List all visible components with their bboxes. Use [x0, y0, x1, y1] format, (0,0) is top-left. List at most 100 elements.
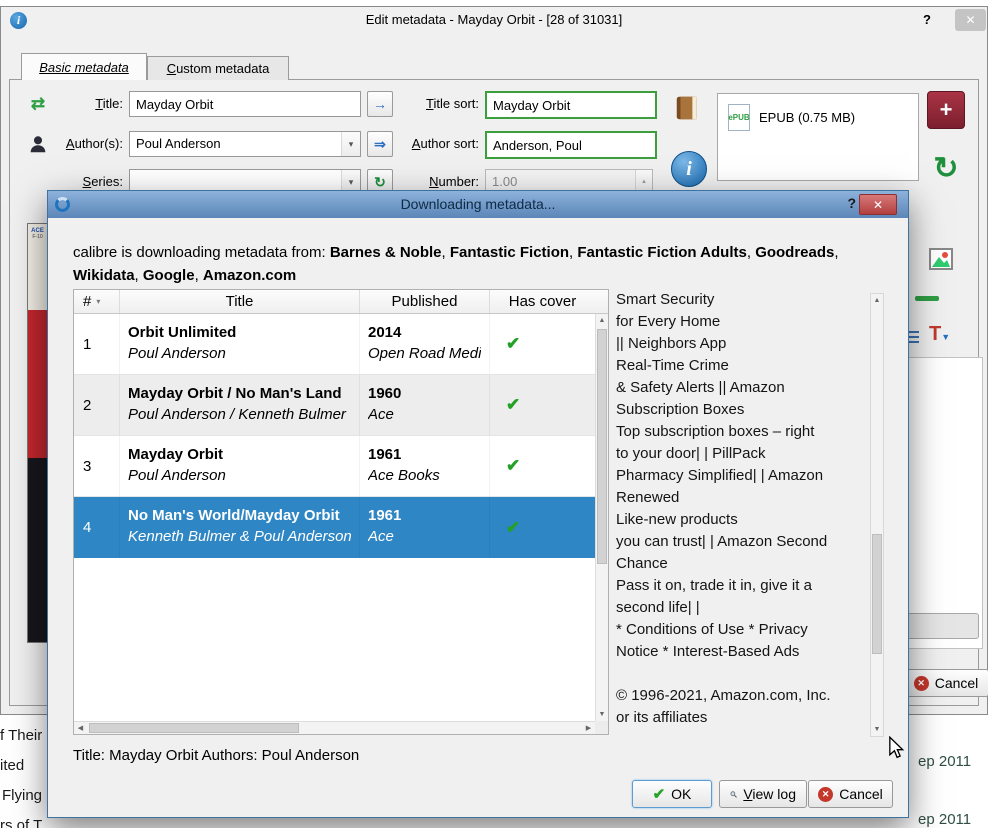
result-title: No Man's World/Mayday Orbit [128, 507, 340, 524]
result-publisher: Ace [368, 528, 394, 545]
edit-dialog-title: Edit metadata - Mayday Orbit - [28 of 31… [365, 12, 623, 27]
ok-button[interactable]: ✔ OK [632, 780, 712, 808]
auto-title-sort-button[interactable]: → [367, 91, 393, 117]
tab-basic-metadata[interactable]: Basic metadata [21, 53, 147, 80]
result-year: 2014 [368, 324, 402, 341]
view-log-button[interactable]: View log [719, 780, 807, 808]
preview-line: Like-new products [616, 511, 738, 528]
preview-line: || Neighbors App [616, 335, 727, 352]
results-table-header[interactable]: # ▾ Title Published Has cover [74, 290, 608, 314]
column-header-published[interactable]: Published [360, 290, 490, 313]
text-cover-icon[interactable]: T▼ [929, 323, 950, 346]
author-sort-input[interactable] [485, 131, 657, 159]
close-button[interactable]: ✕ [955, 9, 986, 31]
metadata-info-button[interactable]: i [667, 147, 711, 191]
sort-indicator-icon: ▾ [96, 297, 101, 306]
chevron-down-icon[interactable]: ▾ [341, 132, 360, 156]
authors-label: Author(s): [65, 136, 123, 151]
ok-label: OK [671, 786, 692, 802]
date-fragment: ep 2011 [918, 753, 972, 770]
cancel-x-icon: ✕ [818, 786, 834, 802]
scrollbar-corner [595, 721, 608, 734]
open-book-button[interactable] [665, 87, 711, 129]
result-year: 1960 [368, 385, 402, 402]
table-horizontal-scrollbar[interactable]: ◀ ▶ [74, 721, 595, 734]
result-title: Orbit Unlimited [128, 324, 237, 341]
comments-panel-fragment [905, 357, 983, 649]
has-cover-check-icon: ✔ [506, 456, 521, 475]
authors-value: Poul Anderson [136, 136, 221, 151]
preview-vertical-scrollbar[interactable]: ▲ ▼ [870, 293, 884, 737]
recycle-icon: ↻ [374, 173, 386, 190]
result-row[interactable]: 3 Mayday Orbit Poul Anderson 1961 Ace Book… [74, 436, 595, 497]
book-list-fragment: f Their [0, 727, 43, 744]
result-year: 1961 [368, 507, 402, 524]
result-authors: Poul Anderson / Kenneth Bulmer [128, 406, 346, 423]
preview-line: * Conditions of Use * Privacy [616, 621, 808, 638]
results-table: # ▾ Title Published Has cover 1 Orbit Unl… [73, 289, 609, 735]
tab-custom-metadata[interactable]: Custom metadata [147, 56, 289, 80]
scroll-thumb[interactable] [89, 723, 299, 733]
scroll-down-icon[interactable]: ▼ [596, 708, 608, 721]
title-label: Title: [95, 96, 123, 111]
help-button[interactable]: ? [923, 12, 931, 27]
result-row-selected[interactable]: 4 No Man's World/Mayday Orbit Kenneth Bul… [74, 497, 595, 558]
double-arrow-icon: ⇒ [374, 135, 386, 152]
column-header-num[interactable]: # ▾ [74, 290, 120, 313]
scroll-right-icon[interactable]: ▶ [582, 722, 595, 734]
epub-format-icon: ePUB [728, 104, 750, 131]
auto-author-sort-button[interactable]: ⇒ [367, 131, 393, 157]
green-minus-icon[interactable] [915, 296, 939, 301]
formats-list[interactable]: ePUB EPUB (0.75 MB) [717, 93, 919, 181]
scroll-left-icon[interactable]: ◀ [74, 722, 87, 734]
background-button-fragment[interactable] [907, 613, 979, 639]
title-input[interactable] [129, 91, 361, 117]
generate-cover-icon[interactable] [929, 247, 953, 271]
plus-icon: + [939, 97, 953, 122]
book-list-fragment: ited [0, 757, 25, 774]
preview-line: second life| | [616, 599, 700, 616]
title-sort-input[interactable] [485, 91, 657, 119]
result-row[interactable]: 1 Orbit Unlimited Poul Anderson 2014 Open … [74, 314, 595, 375]
edit-dialog-cancel-button[interactable]: ✕ Cancel [903, 669, 988, 697]
result-row[interactable]: 2 Mayday Orbit / No Man's Land Poul Ander… [74, 375, 595, 436]
column-header-title[interactable]: Title [120, 290, 360, 313]
result-authors: Kenneth Bulmer & Poul Anderson [128, 528, 351, 545]
scroll-thumb[interactable] [597, 329, 607, 564]
scroll-up-icon[interactable]: ▲ [871, 294, 883, 307]
preview-line [616, 665, 868, 687]
downloading-metadata-dialog: Downloading metadata... ? ✕ calibre is d… [47, 190, 909, 818]
preview-line: for Every Home [616, 313, 721, 330]
preview-line: you can trust| | Amazon Second [616, 533, 828, 550]
preview-line: Renewed [616, 489, 680, 506]
column-header-has-cover[interactable]: Has cover [490, 290, 595, 313]
source-name: Google [142, 267, 195, 284]
scroll-thumb[interactable] [872, 534, 882, 654]
preview-line: Subscription Boxes [616, 401, 745, 418]
has-cover-check-icon: ✔ [506, 395, 521, 414]
preview-line: Pass it on, trade it in, give it a [616, 577, 812, 594]
modal-title: Downloading metadata... [400, 196, 556, 212]
modal-titlebar[interactable]: Downloading metadata... ? ✕ [48, 191, 908, 218]
scroll-up-icon[interactable]: ▲ [596, 314, 608, 327]
row-number: 3 [74, 436, 120, 496]
cancel-button[interactable]: ✕ Cancel [808, 780, 893, 808]
preview-line: Top subscription boxes – right [616, 423, 815, 440]
has-cover-check-icon: ✔ [506, 517, 521, 537]
help-button[interactable]: ? [847, 195, 856, 211]
restore-formats-button[interactable]: ↻ [927, 149, 965, 187]
source-name: Fantastic Fiction Adults [577, 244, 747, 261]
preview-line: Real-Time Crime [616, 357, 729, 374]
scroll-down-icon[interactable]: ▼ [871, 723, 883, 736]
down-arrow-icon: ▼ [941, 332, 951, 342]
edit-dialog-titlebar[interactable]: i Edit metadata - Mayday Orbit - [28 of … [1, 7, 987, 33]
result-publisher: Open Road Media [368, 345, 481, 362]
authors-combo[interactable]: Poul Anderson ▾ [129, 131, 361, 157]
format-entry[interactable]: ePUB EPUB (0.75 MB) [728, 104, 855, 131]
cancel-label: Cancel [934, 675, 979, 691]
swap-title-author-icon[interactable]: ⇄ [25, 91, 51, 117]
add-format-button[interactable]: + [927, 91, 965, 129]
download-sources-text: calibre is downloading metadata from: Ba… [73, 244, 839, 284]
table-vertical-scrollbar[interactable]: ▲ ▼ [595, 314, 608, 721]
close-button[interactable]: ✕ [859, 194, 897, 215]
